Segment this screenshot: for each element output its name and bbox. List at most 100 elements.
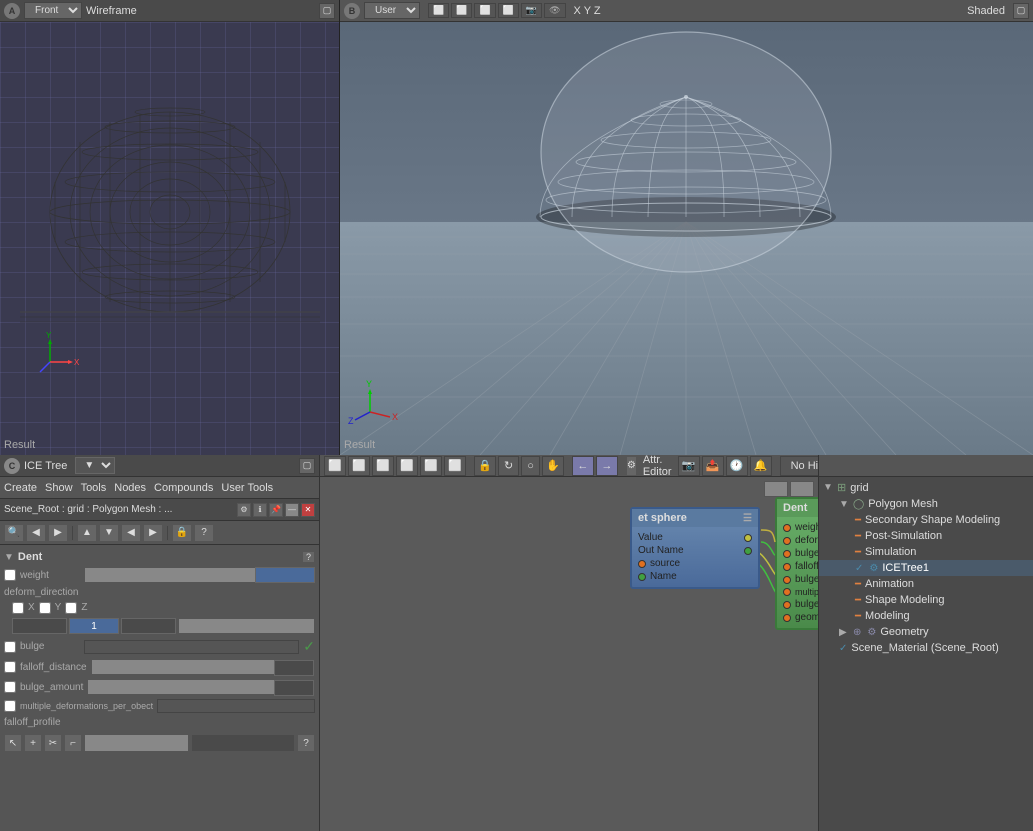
dent-geometry-port[interactable] — [783, 614, 791, 622]
falloff-arrow-btn[interactable]: ↖ — [4, 734, 22, 752]
ice-corner[interactable]: C — [4, 458, 20, 474]
highlight-dropdown[interactable]: No Highlight — [780, 456, 818, 476]
right-arrow-btn[interactable]: → — [596, 456, 618, 476]
nav-btn-5[interactable]: ⬜ — [420, 456, 442, 476]
ice-canvas-content[interactable]: et sphere ☰ Value Out Name source — [320, 477, 818, 831]
lock-btn[interactable]: 🔒 — [474, 456, 496, 476]
nav-btn-3[interactable]: ⬜ — [372, 456, 394, 476]
nav-btn-6[interactable]: ⬜ — [444, 456, 466, 476]
tree-item-secondary[interactable]: ━ Secondary Shape Modeling — [819, 512, 1033, 528]
tool-left-arr[interactable]: ◀ — [121, 524, 141, 542]
panel-close[interactable]: ✕ — [301, 503, 315, 517]
falloff-help-btn[interactable]: ? — [297, 734, 315, 752]
node-dent[interactable]: Dent execute ☰ weight deform_direction — [775, 497, 818, 630]
tool-up[interactable]: ▲ — [77, 524, 97, 542]
deform-x-input[interactable]: 0 — [12, 618, 67, 634]
dial-btn[interactable]: 🔔 — [750, 456, 772, 476]
y-checkbox[interactable] — [39, 602, 51, 614]
refresh-btn[interactable]: ↻ — [498, 456, 519, 476]
dent-deform-port[interactable] — [783, 537, 791, 545]
dent-falloff-port[interactable] — [783, 563, 791, 571]
mini-btn-1[interactable] — [764, 481, 788, 497]
dent-bulge-port[interactable] — [783, 550, 791, 558]
nav-btn-1[interactable]: ⬜ — [324, 456, 346, 476]
viewport-left[interactable]: A Front Wireframe ▢ — [0, 0, 340, 455]
viewport-right-maximize[interactable]: ▢ — [1013, 3, 1029, 19]
tree-item-animation[interactable]: ━ Animation — [819, 576, 1033, 592]
tree-item-polymesh[interactable]: ▼ ◯ Polygon Mesh — [819, 496, 1033, 512]
deform-y-input[interactable]: 1 — [69, 618, 119, 634]
tool-prev[interactable]: ◀ — [26, 524, 46, 542]
tree-item-icetree1[interactable]: ✓ ⚙ ICETree1 — [819, 560, 1033, 576]
dent-bulge-norm-port[interactable] — [783, 601, 791, 609]
tool-next[interactable]: ▶ — [48, 524, 68, 542]
menu-compounds[interactable]: Compounds — [154, 482, 213, 494]
deform-slider[interactable] — [178, 618, 315, 634]
falloff-add-btn[interactable]: + — [24, 734, 42, 752]
tree-item-grid[interactable]: ▼ ⊞ grid — [819, 479, 1033, 496]
falloff-dist-input[interactable]: 2 — [274, 660, 314, 676]
viewport-right-view-select[interactable]: User — [364, 2, 420, 19]
tool-right-arr[interactable]: ▶ — [143, 524, 163, 542]
viewport-right[interactable]: B User ⬜ ⬜ ⬜ ⬜ 📷 👁 X Y Z Shaded ▢ — [340, 0, 1033, 455]
menu-tools[interactable]: Tools — [81, 482, 107, 494]
viewport-a-corner[interactable]: A — [4, 3, 20, 19]
viewport-b-corner[interactable]: B — [344, 3, 360, 19]
bulge-amount-checkbox[interactable] — [4, 681, 16, 693]
prop-section-help[interactable]: ? — [302, 551, 315, 563]
falloff-corner-btn[interactable]: ⌐ — [64, 734, 82, 752]
x-checkbox[interactable] — [12, 602, 24, 614]
node-sphere[interactable]: et sphere ☰ Value Out Name source — [630, 507, 760, 589]
dent-mult-port[interactable] — [783, 588, 791, 596]
attr-editor-icon[interactable]: ⚙ — [626, 456, 637, 476]
bulge-check-icon[interactable]: ✓ — [303, 638, 315, 655]
camera-btn[interactable]: 📷 — [678, 456, 700, 476]
deform-z-input[interactable]: 0 — [121, 618, 176, 634]
panel-icon-3[interactable]: 📌 — [269, 503, 283, 517]
z-checkbox[interactable] — [65, 602, 77, 614]
node-sphere-expand[interactable]: ☰ — [743, 513, 752, 524]
tool-zoom[interactable]: 🔍 — [4, 524, 24, 542]
weight-checkbox[interactable] — [4, 569, 16, 581]
tool-help[interactable]: ? — [194, 524, 214, 542]
attr-editor-label[interactable]: Attr. Editor — [639, 455, 676, 478]
mini-btn-2[interactable] — [790, 481, 814, 497]
tree-item-shape-modeling[interactable]: ━ Shape Modeling — [819, 592, 1033, 608]
dent-weight-port[interactable] — [783, 524, 791, 532]
menu-show[interactable]: Show — [45, 482, 73, 494]
viewport-left-view-select[interactable]: Front — [24, 2, 82, 19]
tree-item-scene-material[interactable]: ✓ Scene_Material (Scene_Root) — [819, 640, 1033, 656]
sphere-outname-port[interactable] — [744, 547, 752, 555]
menu-create[interactable]: Create — [4, 482, 37, 494]
sphere-name-port[interactable] — [638, 573, 646, 581]
tool-down[interactable]: ▼ — [99, 524, 119, 542]
dent-bulge-amt-port[interactable] — [783, 576, 791, 584]
bulge-checkbox[interactable] — [4, 641, 16, 653]
tool-lock[interactable]: 🔒 — [172, 524, 192, 542]
export-btn[interactable]: 📤 — [702, 456, 724, 476]
nav-btn-2[interactable]: ⬜ — [348, 456, 370, 476]
menu-user-tools[interactable]: User Tools — [221, 482, 273, 494]
panel-icon-1[interactable]: ⚙ — [237, 503, 251, 517]
falloff-remove-btn[interactable]: ✂ — [44, 734, 62, 752]
viewport-left-maximize[interactable]: ▢ — [319, 3, 335, 19]
tree-item-postsim[interactable]: ━ Post-Simulation — [819, 528, 1033, 544]
bulge-slider[interactable] — [84, 640, 299, 654]
panel-icon-4[interactable]: — — [285, 503, 299, 517]
left-arrow-btn[interactable]: ← — [572, 456, 594, 476]
sphere-value-port[interactable] — [744, 534, 752, 542]
hand-btn[interactable]: ✋ — [542, 456, 564, 476]
tree-item-geometry[interactable]: ▶ ⊕ ⚙ Geometry — [819, 624, 1033, 640]
bulge-amount-input[interactable]: 10 — [274, 680, 314, 696]
panel-icon-2[interactable]: ℹ — [253, 503, 267, 517]
clock-btn[interactable]: 🕐 — [726, 456, 748, 476]
menu-nodes[interactable]: Nodes — [114, 482, 146, 494]
nav-btn-4[interactable]: ⬜ — [396, 456, 418, 476]
ice-tree-maximize[interactable]: ▢ — [299, 458, 315, 474]
weight-input[interactable]: 0,591 — [255, 567, 315, 583]
prop-section-dent[interactable]: ▼ Dent ? — [4, 549, 315, 565]
mult-deform-checkbox[interactable] — [4, 700, 16, 712]
circle-btn[interactable]: ○ — [521, 456, 540, 476]
ice-tree-dropdown[interactable]: ▼ — [75, 457, 115, 474]
sphere-source-port[interactable] — [638, 560, 646, 568]
